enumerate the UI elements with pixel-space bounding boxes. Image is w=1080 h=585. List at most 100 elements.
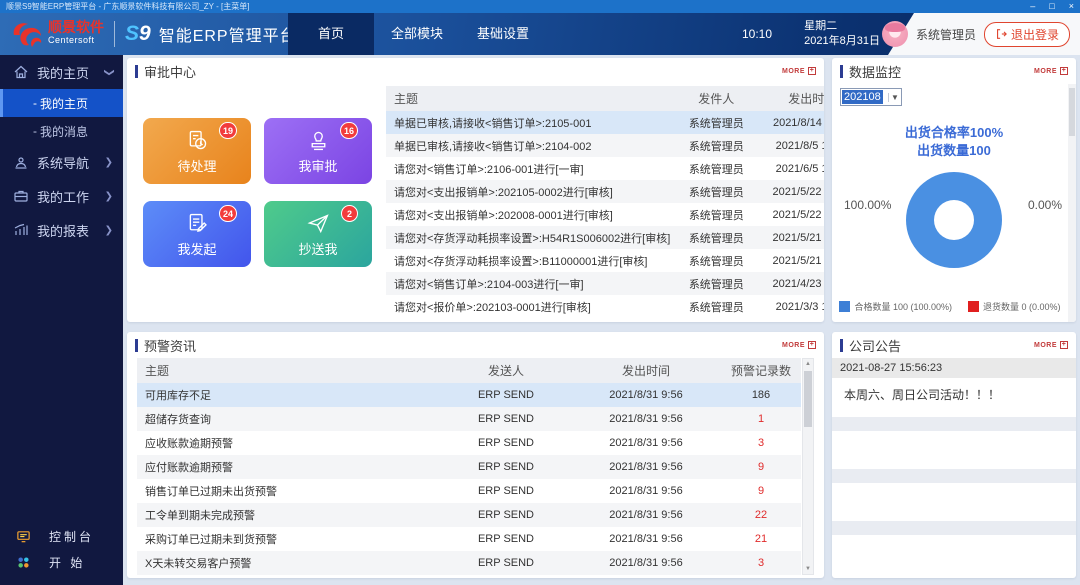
approval-table-header: 主题 发件人 发出时间 [386, 86, 824, 111]
start-label: 开 始 [49, 554, 85, 571]
tab-basic-settings[interactable]: 基础设置 [460, 13, 546, 55]
document-clock-icon [185, 128, 210, 153]
cell-sender: ERP SEND [441, 437, 571, 449]
table-row[interactable]: 单据已审核,请接收<销售订单>:2105-001系统管理员2021/8/14 1… [386, 111, 824, 134]
brand-name-en: Centersoft [48, 34, 104, 47]
table-row[interactable]: 请您对<存货浮动耗损率设置>:B11000001进行[审核]系统管理员2021/… [386, 249, 824, 272]
alerts-table-header: 主题 发送人 发出时间 预警记录数 [137, 358, 801, 383]
empty-row [832, 483, 1076, 521]
cell-sender: 系统管理员 [670, 230, 762, 246]
headline-line1: 出货合格率100% [832, 124, 1076, 142]
table-row[interactable]: 请您对<销售订单>:2104-003进行[一审]系统管理员2021/4/23 1… [386, 272, 824, 295]
approval-center-panel: 审批中心 MORE + 19 待处理 16 [127, 58, 824, 322]
tile-label: 抄送我 [298, 239, 337, 258]
cell-subject: 应付账款逾期预警 [137, 459, 441, 475]
table-row[interactable]: X天未转交易客户预警ERP SEND2021/8/31 9:563 [137, 551, 801, 575]
approval-table: 主题 发件人 发出时间 单据已审核,请接收<销售订单>:2105-001系统管理… [386, 86, 824, 318]
sidebar-item-my-home[interactable]: 我的主页 [0, 89, 123, 117]
table-row[interactable]: 单据已审核,请接收<销售订单>:2104-002系统管理员2021/8/5 16… [386, 134, 824, 157]
data-monitor-more-button[interactable]: MORE + [1034, 67, 1068, 75]
cell-time: 2021/5/22 17:41 [762, 186, 824, 198]
table-row[interactable]: 请您对<支出报销单>:202105-0002进行[审核]系统管理员2021/5/… [386, 180, 824, 203]
table-row[interactable]: 采购订单已过期未到货预警ERP SEND2021/8/31 9:5621 [137, 527, 801, 551]
minimize-button[interactable]: – [1030, 0, 1035, 13]
start-button[interactable]: 开 始 [0, 549, 123, 575]
alerts-scrollbar[interactable]: ▲ ▼ [802, 358, 814, 575]
cell-time: 2021/5/21 16:13 [762, 255, 824, 267]
scroll-thumb[interactable] [1069, 88, 1075, 136]
cell-count: 1 [721, 413, 801, 425]
tile-initiated-by-me[interactable]: 24 我发起 [143, 201, 251, 267]
empty-row-stripe [832, 521, 1076, 535]
cell-time: 2021/5/21 16:13 [762, 232, 824, 244]
scroll-down-icon[interactable]: ▼ [803, 566, 813, 572]
table-row[interactable]: 超储存货查询ERP SEND2021/8/31 9:561 [137, 407, 801, 431]
tab-all-modules[interactable]: 全部模块 [374, 13, 460, 55]
cell-time: 2021/8/14 11:45 [762, 117, 824, 129]
sidebar-group-system-nav[interactable]: 系统导航 ❯ [0, 145, 123, 179]
logout-button[interactable]: 退出登录 [984, 22, 1070, 47]
tile-label: 我发起 [177, 239, 216, 258]
cell-subject: 工令单到期未完成预警 [137, 507, 441, 523]
avatar[interactable] [882, 21, 908, 47]
table-row[interactable]: 请您对<支出报销单>:202008-0001进行[审核]系统管理员2021/5/… [386, 203, 824, 226]
cell-sender: ERP SEND [441, 485, 571, 497]
announcement-date: 2021-08-27 15:56:23 [832, 358, 1076, 378]
sidebar-group-my-home[interactable]: 我的主页 ❯ [0, 55, 123, 89]
tile-label: 待处理 [177, 156, 216, 175]
sidebar-group-label: 我的工作 [37, 187, 89, 206]
table-row[interactable]: 请您对<存货浮动耗损率设置>:H54R1S006002进行[审核]系统管理员20… [386, 226, 824, 249]
cell-count: 21 [721, 533, 801, 545]
approval-body: 19 待处理 16 我审批 24 [127, 84, 824, 322]
sidebar-footer: 控制台 开 始 [0, 523, 123, 575]
tile-cc-me[interactable]: 2 抄送我 [264, 201, 372, 267]
cell-count: 3 [721, 437, 801, 449]
table-row[interactable]: 请您对<报价单>:202103-0001进行[审核]系统管理员2021/3/3 … [386, 295, 824, 318]
cell-subject: 超储存货查询 [137, 411, 441, 427]
table-row[interactable]: 销售订单已过期未出货预警ERP SEND2021/8/31 9:569 [137, 479, 801, 503]
sidebar-item-my-messages[interactable]: 我的消息 [0, 117, 123, 145]
col-time: 发出时间 [571, 362, 721, 379]
cell-count: 3 [721, 557, 801, 569]
announcements-more-button[interactable]: MORE + [1034, 341, 1068, 349]
alerts-table-body: 可用库存不足ERP SEND2021/8/31 9:56186超储存货查询ERP… [137, 383, 801, 575]
cell-time: 2021/8/31 9:56 [571, 437, 721, 449]
centersoft-logo-icon [10, 19, 44, 49]
monitor-scrollbar[interactable] [1068, 84, 1076, 322]
cell-count: 9 [721, 485, 801, 497]
tile-pending[interactable]: 19 待处理 [143, 118, 251, 184]
table-row[interactable]: 应收账款逾期预警ERP SEND2021/8/31 9:563 [137, 431, 801, 455]
window-title: 顺景S9智能ERP管理平台 - 广东顺景软件科技有限公司_ZY - [主菜单] [6, 1, 249, 12]
cell-count: 22 [721, 509, 801, 521]
sidebar: 我的主页 ❯ 我的主页 我的消息 系统导航 ❯ 我的工作 ❯ 我的报表 ❯ 控 [0, 55, 123, 585]
sidebar-group-my-work[interactable]: 我的工作 ❯ [0, 179, 123, 213]
panel-title: 公司公告 [849, 336, 901, 355]
main-content: 审批中心 MORE + 19 待处理 16 [123, 55, 1080, 585]
more-icon: + [1060, 341, 1068, 349]
cell-subject: 请您对<报价单>:202103-0001进行[审核] [386, 299, 670, 315]
alerts-more-button[interactable]: MORE + [782, 341, 816, 349]
scroll-thumb[interactable] [804, 371, 812, 427]
col-subject: 主题 [386, 90, 670, 107]
badge-count: 19 [219, 122, 237, 139]
cell-sender: ERP SEND [441, 389, 571, 401]
table-row[interactable]: 可用库存不足ERP SEND2021/8/31 9:56186 [137, 383, 801, 407]
period-select[interactable]: 202108 ▼ [840, 88, 902, 106]
scroll-up-icon[interactable]: ▲ [803, 361, 813, 367]
table-row[interactable]: 工令单到期未完成预警ERP SEND2021/8/31 9:5622 [137, 503, 801, 527]
maximize-button[interactable]: □ [1049, 0, 1054, 13]
table-row[interactable]: 请您对<销售订单>:2106-001进行[一审]系统管理员2021/6/5 14… [386, 157, 824, 180]
sidebar-group-label: 我的主页 [37, 63, 89, 82]
close-button[interactable]: × [1069, 0, 1074, 13]
sidebar-group-my-reports[interactable]: 我的报表 ❯ [0, 213, 123, 247]
badge-count: 2 [341, 205, 358, 222]
tab-home[interactable]: 首页 [288, 13, 374, 55]
approval-more-button[interactable]: MORE + [782, 67, 816, 75]
col-sender: 发件人 [670, 90, 762, 107]
console-button[interactable]: 控制台 [0, 523, 123, 549]
main-nav: 首页 全部模块 基础设置 [288, 13, 546, 55]
announcement-text[interactable]: 本周六、周日公司活动！！！ [832, 378, 1076, 417]
table-row[interactable]: 应付账款逾期预警ERP SEND2021/8/31 9:569 [137, 455, 801, 479]
panel-title: 审批中心 [144, 62, 196, 81]
tile-my-approvals[interactable]: 16 我审批 [264, 118, 372, 184]
